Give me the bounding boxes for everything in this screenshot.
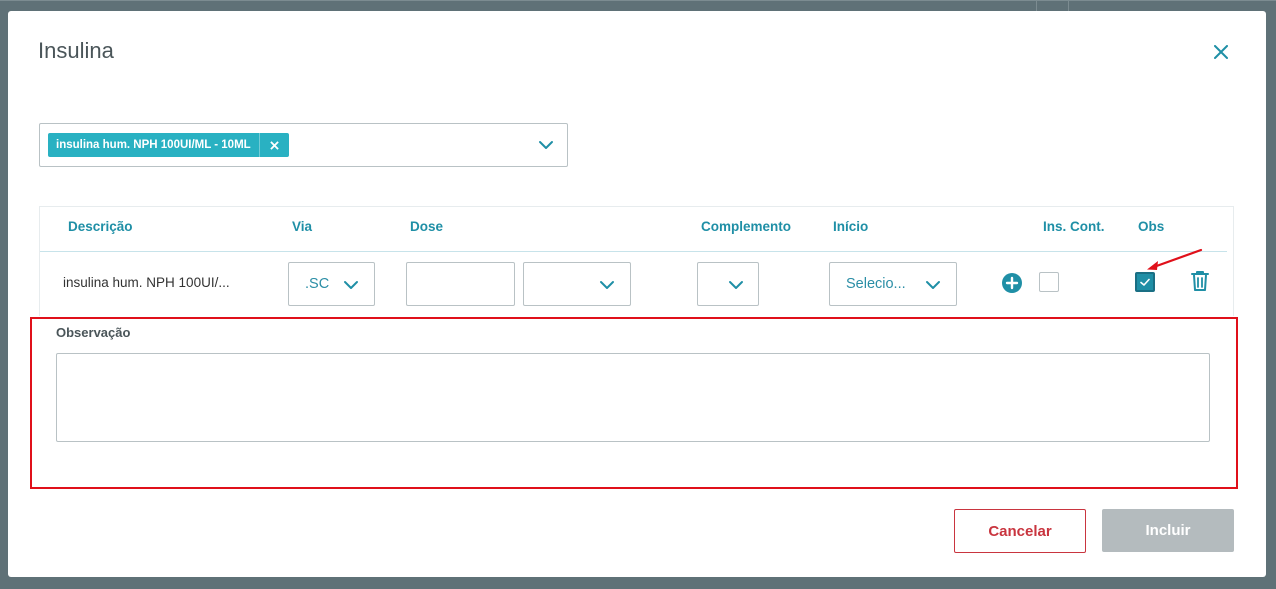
- annotation-arrow-icon: [1147, 248, 1203, 270]
- dose-input[interactable]: [406, 262, 515, 306]
- insulina-modal: Insulina insulina hum. NPH 100UI/ML - 10…: [8, 11, 1266, 577]
- chevron-down-icon: [729, 281, 743, 289]
- close-icon: [269, 140, 279, 150]
- check-icon: [1140, 278, 1150, 286]
- close-icon: [1214, 45, 1228, 59]
- header-dose: Dose: [410, 219, 444, 234]
- observacao-label: Observação: [56, 325, 131, 340]
- chevron-down-icon: [926, 281, 940, 289]
- close-button[interactable]: [1208, 39, 1234, 65]
- via-select[interactable]: .SC: [288, 262, 375, 306]
- cancel-button[interactable]: Cancelar: [954, 509, 1086, 553]
- chevron-down-icon: [600, 281, 614, 289]
- prescription-grid: Descrição Via Dose Complemento Início In…: [39, 206, 1234, 316]
- inicio-select[interactable]: Selecio...: [829, 262, 957, 306]
- header-divider: [40, 251, 1227, 252]
- selected-tag-label: insulina hum. NPH 100UI/ML - 10ML: [56, 139, 251, 151]
- insulin-multiselect[interactable]: insulina hum. NPH 100UI/ML - 10ML: [39, 123, 568, 167]
- add-circle-icon[interactable]: [1002, 273, 1022, 293]
- observacao-textarea[interactable]: [56, 353, 1210, 442]
- inicio-select-value: Selecio...: [846, 276, 906, 292]
- header-descricao: Descrição: [68, 219, 133, 234]
- selected-tag: insulina hum. NPH 100UI/ML - 10ML: [48, 133, 289, 157]
- via-select-value: .SC: [305, 276, 330, 292]
- header-inicio: Início: [833, 219, 869, 234]
- incluir-button[interactable]: Incluir: [1102, 509, 1234, 552]
- chevron-down-icon: [344, 281, 358, 289]
- tag-remove-button[interactable]: [258, 133, 289, 157]
- dose-unit-select[interactable]: [523, 262, 631, 306]
- header-complemento: Complemento: [701, 219, 792, 234]
- complemento-select[interactable]: [697, 262, 759, 306]
- chevron-down-icon[interactable]: [537, 136, 555, 154]
- obs-checkbox[interactable]: [1135, 272, 1155, 292]
- header-ins-cont: Ins. Cont.: [1043, 219, 1105, 234]
- header-obs: Obs: [1138, 219, 1165, 234]
- trash-icon[interactable]: [1190, 270, 1210, 292]
- ins-cont-checkbox[interactable]: [1039, 272, 1059, 292]
- row-descricao: insulina hum. NPH 100UI/...: [63, 275, 230, 290]
- header-via: Via: [292, 219, 313, 234]
- modal-title: Insulina: [38, 38, 114, 63]
